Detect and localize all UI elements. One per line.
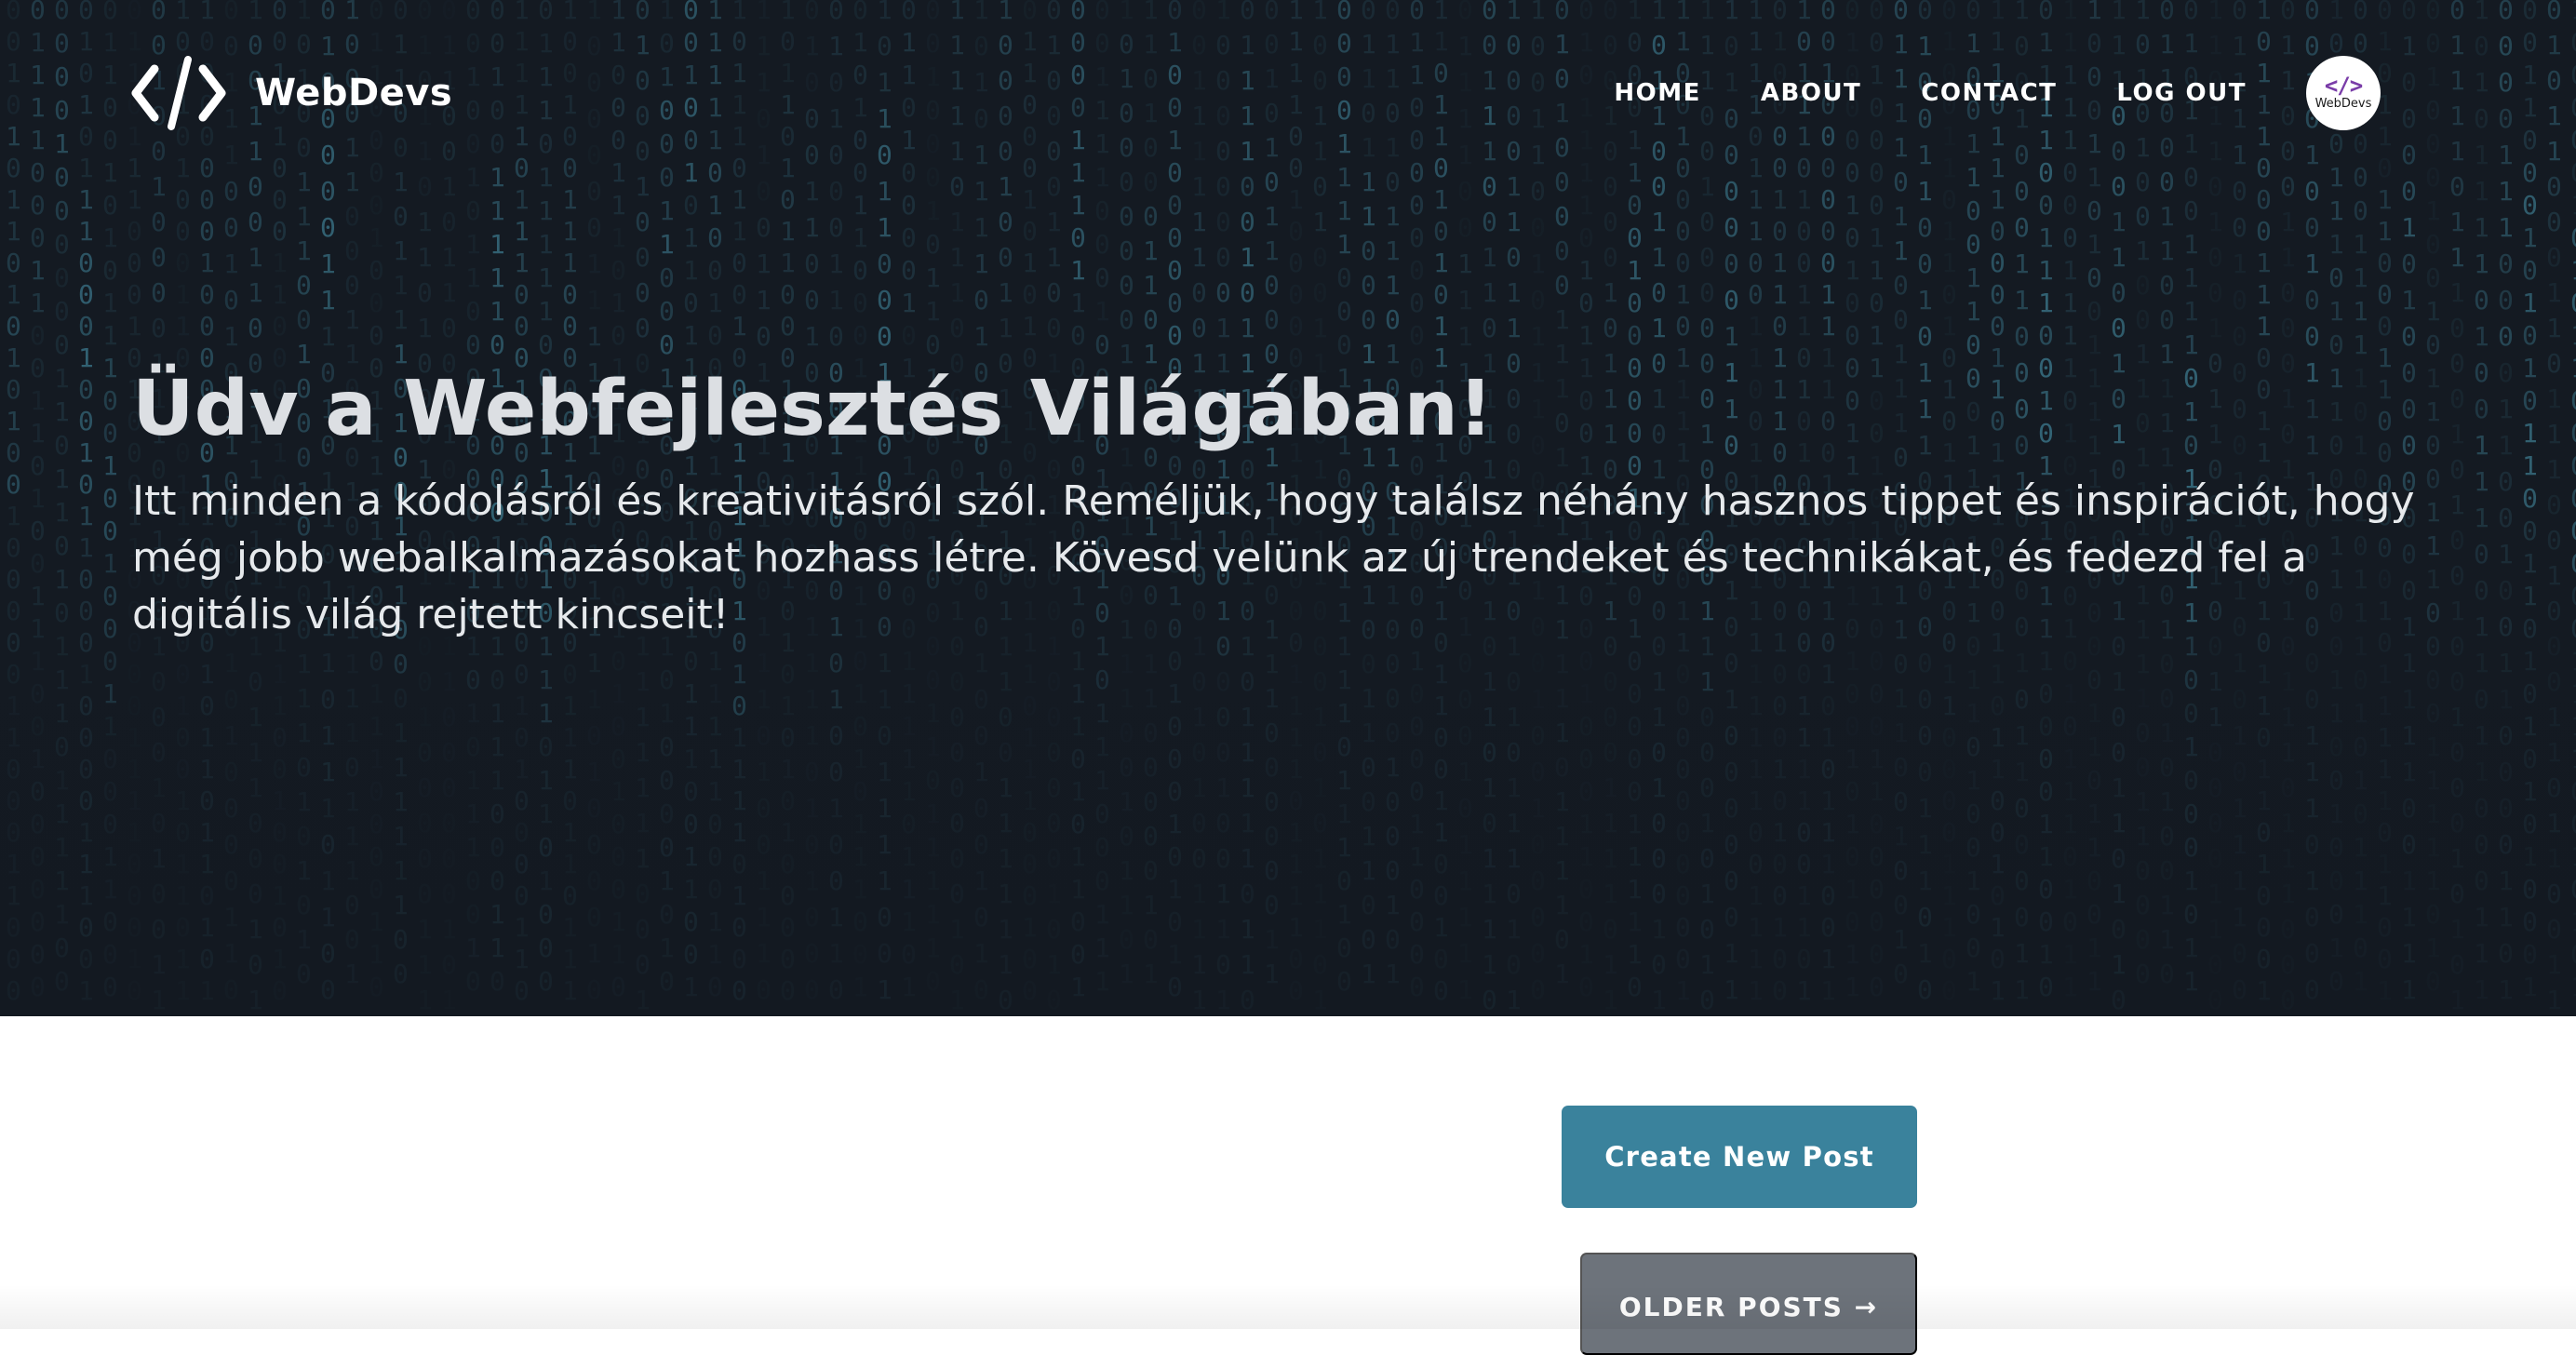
user-avatar[interactable]: </> WebDevs: [2306, 56, 2381, 130]
nav-links: HOME ABOUT CONTACT LOG OUT: [1554, 71, 2247, 115]
brand-link[interactable]: WebDevs: [130, 54, 452, 132]
hero-banner: 0010101101010100100000110001100001111000…: [0, 0, 2576, 1016]
top-navbar: WebDevs HOME ABOUT CONTACT LOG OUT </> W…: [0, 0, 2576, 186]
nav-about[interactable]: ABOUT: [1761, 71, 1861, 115]
avatar-code-icon: </>: [2324, 73, 2363, 99]
avatar-label: WebDevs: [2314, 97, 2372, 111]
nav-logout[interactable]: LOG OUT: [2116, 71, 2247, 115]
nav-home[interactable]: HOME: [1614, 71, 1701, 115]
hero-subtitle: Itt minden a kódolásról és kreativitásró…: [132, 477, 2415, 638]
code-brackets-icon: [131, 56, 226, 130]
nav-contact[interactable]: CONTACT: [1921, 71, 2057, 115]
hero-title: Üdv a Webfejlesztés Világában!: [132, 365, 1494, 453]
create-new-post-button[interactable]: Create New Post: [1562, 1106, 1917, 1208]
brand-name: WebDevs: [255, 72, 453, 114]
content-divider-shadow: [0, 1284, 2576, 1329]
